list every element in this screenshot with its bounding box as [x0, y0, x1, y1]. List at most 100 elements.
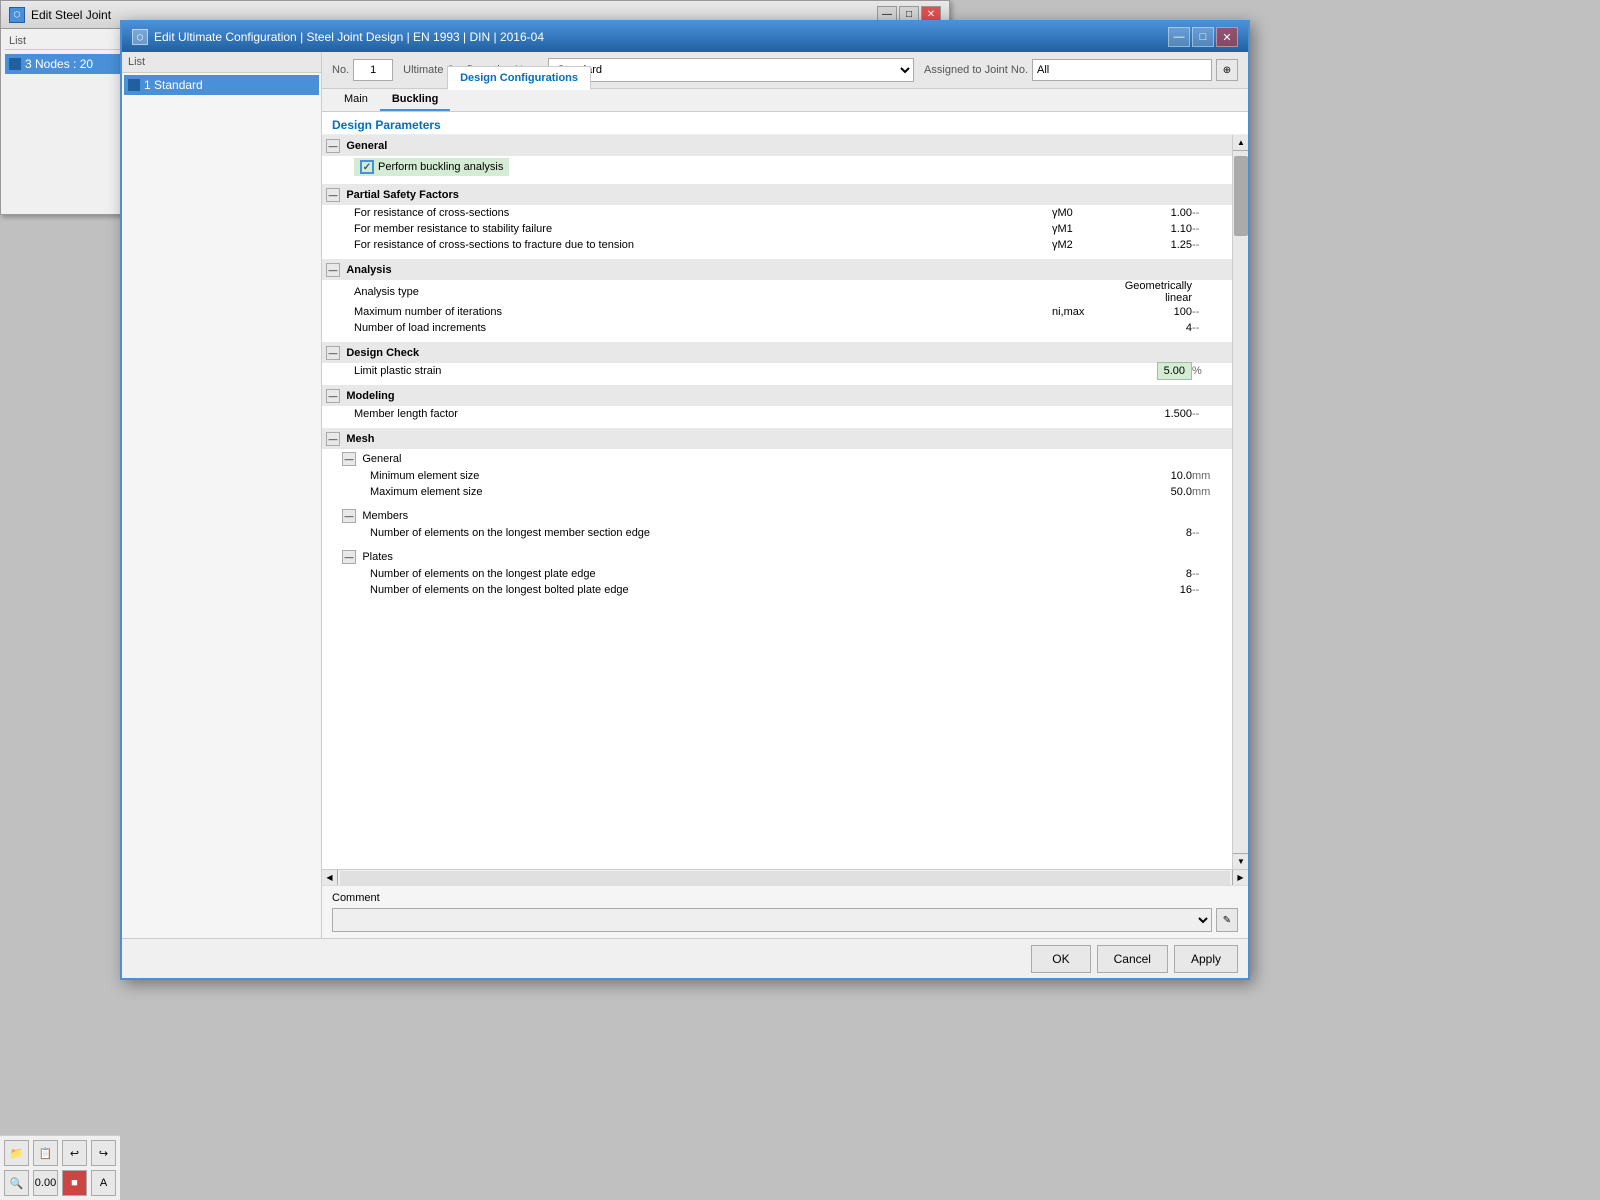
apply-button[interactable]: Apply — [1174, 945, 1238, 973]
row-cross-sections: For resistance of cross-sections γM0 1.0… — [322, 205, 1232, 221]
main-sub-tabs: Main Buckling — [322, 89, 1248, 112]
bg-tool-5[interactable]: 🔍 — [4, 1170, 29, 1196]
limit-plastic-value: 5.00 — [1157, 362, 1192, 380]
modeling-collapse-btn[interactable]: — — [326, 389, 340, 403]
general-collapse-btn[interactable]: — — [326, 139, 340, 153]
num-elements-member-label: Number of elements on the longest member… — [322, 525, 1052, 541]
buckling-checkbox[interactable]: ✓ — [360, 160, 374, 174]
main-window-icon: ⬡ — [132, 29, 148, 45]
scroll-left-btn[interactable]: ◀ — [322, 870, 338, 886]
design-check-collapse-btn[interactable]: — — [326, 346, 340, 360]
section-partial-safety: — Partial Safety Factors — [322, 184, 1232, 205]
main-assigned-joint-group: Assigned to Joint No. ⊕ — [924, 59, 1238, 81]
ok-button[interactable]: OK — [1031, 945, 1090, 973]
analysis-type-value: Geometrically linear — [1112, 280, 1192, 304]
buckling-label: Perform buckling analysis — [378, 161, 503, 173]
bottom-actions: OK Cancel Apply — [1031, 945, 1238, 973]
bg-tool-8[interactable]: A — [91, 1170, 116, 1196]
main-body: List 1 Standard No. Ultimate Configurati… — [122, 52, 1248, 938]
num-elements-member-value: 8 — [1112, 525, 1192, 541]
member-length-label: Member length factor — [322, 406, 1052, 422]
member-stability-symbol: γM1 — [1052, 221, 1112, 237]
mesh-general-header: — General — [322, 449, 1232, 468]
bg-tool-4[interactable]: ↪ — [91, 1140, 116, 1166]
modeling-label: Modeling — [346, 390, 394, 402]
row-member-stability: For member resistance to stability failu… — [322, 221, 1232, 237]
partial-safety-collapse-btn[interactable]: — — [326, 188, 340, 202]
vertical-scrollbar[interactable]: ▲ ▼ — [1232, 135, 1248, 869]
mesh-members-collapse-btn[interactable]: — — [342, 509, 356, 523]
row-analysis-type: Analysis type Geometrically linear — [322, 280, 1232, 304]
member-stability-label: For member resistance to stability failu… — [322, 221, 1052, 237]
main-no-input[interactable] — [353, 59, 393, 81]
main-close-btn[interactable]: ✕ — [1216, 27, 1238, 47]
fracture-tension-unit: -- — [1192, 237, 1232, 253]
bg-tab-design-configs[interactable]: Design Configurations — [447, 66, 591, 90]
section-modeling: — Modeling — [322, 385, 1232, 406]
fracture-tension-symbol: γM2 — [1052, 237, 1112, 253]
row-perform-buckling: ✓ Perform buckling analysis — [322, 156, 1232, 178]
scroll-track — [1233, 151, 1248, 853]
bg-tool-7[interactable]: ■ — [62, 1170, 87, 1196]
main-list-item[interactable]: 1 Standard — [124, 75, 319, 95]
min-element-label: Minimum element size — [322, 468, 1052, 484]
scroll-down-btn[interactable]: ▼ — [1233, 853, 1248, 869]
max-element-label: Maximum element size — [322, 484, 1052, 500]
member-length-value: 1.500 — [1112, 406, 1192, 422]
member-length-unit: -- — [1192, 406, 1232, 422]
max-iterations-unit: -- — [1192, 304, 1232, 320]
cross-sections-label: For resistance of cross-sections — [322, 205, 1052, 221]
main-window: ⬡ Edit Ultimate Configuration | Steel Jo… — [120, 20, 1250, 980]
main-no-group: No. — [332, 59, 393, 81]
general-label: General — [346, 140, 387, 152]
bg-tool-3[interactable]: ↩ — [62, 1140, 87, 1166]
main-maximize-btn[interactable]: □ — [1192, 27, 1214, 47]
main-tab-buckling[interactable]: Buckling — [380, 89, 450, 111]
load-increments-label: Number of load increments — [322, 320, 1052, 336]
scroll-thumb[interactable] — [1234, 156, 1248, 236]
bg-tool-6[interactable]: 0.00 — [33, 1170, 58, 1196]
section-design-check: — Design Check — [322, 342, 1232, 363]
row-max-element: Maximum element size 50.0 mm — [322, 484, 1232, 500]
bg-list-item-label: 3 Nodes : 20 — [25, 57, 93, 71]
main-list-area: 1 Standard — [122, 73, 321, 97]
main-assigned-btn[interactable]: ⊕ — [1216, 59, 1238, 81]
scroll-right-btn[interactable]: ▶ — [1232, 870, 1248, 886]
comment-edit-btn[interactable]: ✎ — [1216, 908, 1238, 932]
mesh-collapse-btn[interactable]: — — [326, 432, 340, 446]
mesh-plates-collapse-btn[interactable]: — — [342, 550, 356, 564]
max-iterations-symbol: ni,max — [1052, 304, 1112, 320]
analysis-collapse-btn[interactable]: — — [326, 263, 340, 277]
params-table: — General ✓ — [322, 135, 1232, 598]
num-elements-bolted-value: 16 — [1112, 582, 1192, 598]
analysis-type-label: Analysis type — [322, 280, 1052, 304]
main-assigned-joint-input[interactable] — [1032, 59, 1212, 81]
cancel-button[interactable]: Cancel — [1097, 945, 1168, 973]
bg-tool-1[interactable]: 📁 — [4, 1140, 29, 1166]
cross-sections-symbol: γM0 — [1052, 205, 1112, 221]
load-increments-unit: -- — [1192, 320, 1232, 336]
params-content: — General ✓ — [322, 135, 1232, 869]
fracture-tension-label: For resistance of cross-sections to frac… — [322, 237, 1052, 253]
bg-window-icon: ⬡ — [9, 7, 25, 23]
partial-safety-label: Partial Safety Factors — [346, 189, 459, 201]
num-elements-plate-unit: -- — [1192, 566, 1232, 582]
min-element-value: 10.0 — [1112, 468, 1192, 484]
mesh-general-collapse-btn[interactable]: — — [342, 452, 356, 466]
mesh-label: Mesh — [346, 433, 374, 445]
max-element-value: 50.0 — [1112, 484, 1192, 500]
main-tab-main[interactable]: Main — [332, 89, 380, 111]
scroll-up-btn[interactable]: ▲ — [1233, 135, 1248, 151]
row-fracture-tension: For resistance of cross-sections to frac… — [322, 237, 1232, 253]
main-config-name-select[interactable]: Standard — [548, 58, 914, 82]
horizontal-scrollbar[interactable]: ◀ ▶ — [322, 869, 1248, 885]
member-stability-value: 1.10 — [1112, 221, 1192, 237]
main-minimize-btn[interactable]: — — [1168, 27, 1190, 47]
section-mesh: — Mesh — [322, 428, 1232, 449]
row-num-elements-plate: Number of elements on the longest plate … — [322, 566, 1232, 582]
comment-select[interactable] — [332, 908, 1212, 932]
min-element-unit: mm — [1192, 468, 1232, 484]
params-scroll-wrapper: — General ✓ — [322, 135, 1248, 869]
main-window-title: Edit Ultimate Configuration | Steel Join… — [154, 30, 544, 44]
bg-tool-2[interactable]: 📋 — [33, 1140, 58, 1166]
